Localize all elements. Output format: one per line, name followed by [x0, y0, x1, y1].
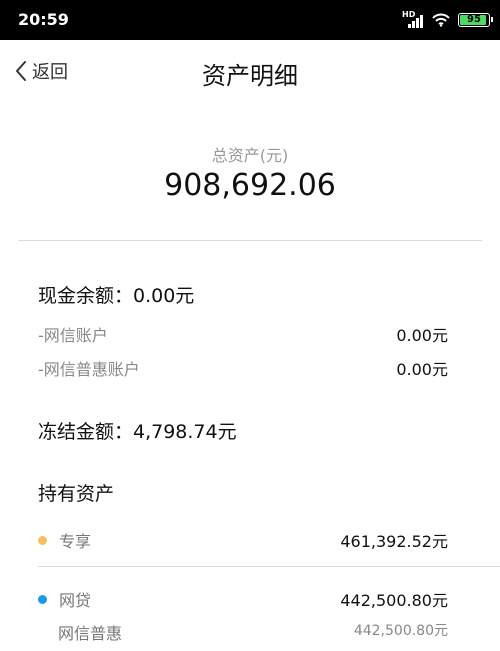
divider: [38, 566, 500, 567]
holding-item-wangdai[interactable]: 网贷 442,500.80元: [38, 587, 448, 611]
nav-bar: 返回 资产明细: [0, 40, 500, 104]
divider: [18, 240, 482, 241]
cash-row-value: 0.00元: [396, 360, 448, 379]
wifi-icon: [432, 13, 450, 27]
holdings-heading: 持有资产: [38, 483, 115, 505]
frozen-amount-heading: 冻结金额：4,798.74元: [38, 421, 237, 443]
holding-name: 网贷: [59, 591, 92, 610]
cash-row-label: -网信账户: [38, 326, 108, 345]
holding-amount: 442,500.80元: [340, 591, 448, 610]
cash-row-wangxin: -网信账户 0.00元: [38, 322, 448, 346]
battery-icon: 95: [458, 13, 493, 27]
battery-level: 95: [467, 14, 481, 25]
dot-icon: [38, 535, 47, 545]
holding-amount: 461,392.52元: [340, 532, 448, 551]
holding-item-zhuanxiang[interactable]: 专享 461,392.52元: [38, 528, 448, 552]
total-assets-value: 908,692.06: [164, 168, 336, 203]
holding-name: 专享: [59, 532, 92, 551]
total-assets-label: 总资产(元): [211, 146, 289, 165]
dot-icon: [38, 594, 47, 604]
holding-sub-amount: 442,500.80元: [353, 623, 448, 639]
cash-row-puhui: -网信普惠账户 0.00元: [38, 356, 448, 380]
cash-balance-heading: 现金余额：0.00元: [38, 285, 195, 307]
status-icons: HD 95: [402, 9, 493, 31]
holding-sub-name: 网信普惠: [58, 624, 123, 643]
page-title: 资产明细: [202, 62, 298, 90]
status-time: 20:59: [18, 10, 69, 29]
signal-icon: HD: [402, 11, 424, 29]
cash-row-value: 0.00元: [396, 326, 448, 345]
status-bar: 20:59 HD 95: [0, 0, 500, 40]
holding-sub-item-puhui[interactable]: 网信普惠 442,500.80元: [58, 620, 448, 644]
cash-row-label: -网信普惠账户: [38, 360, 140, 379]
